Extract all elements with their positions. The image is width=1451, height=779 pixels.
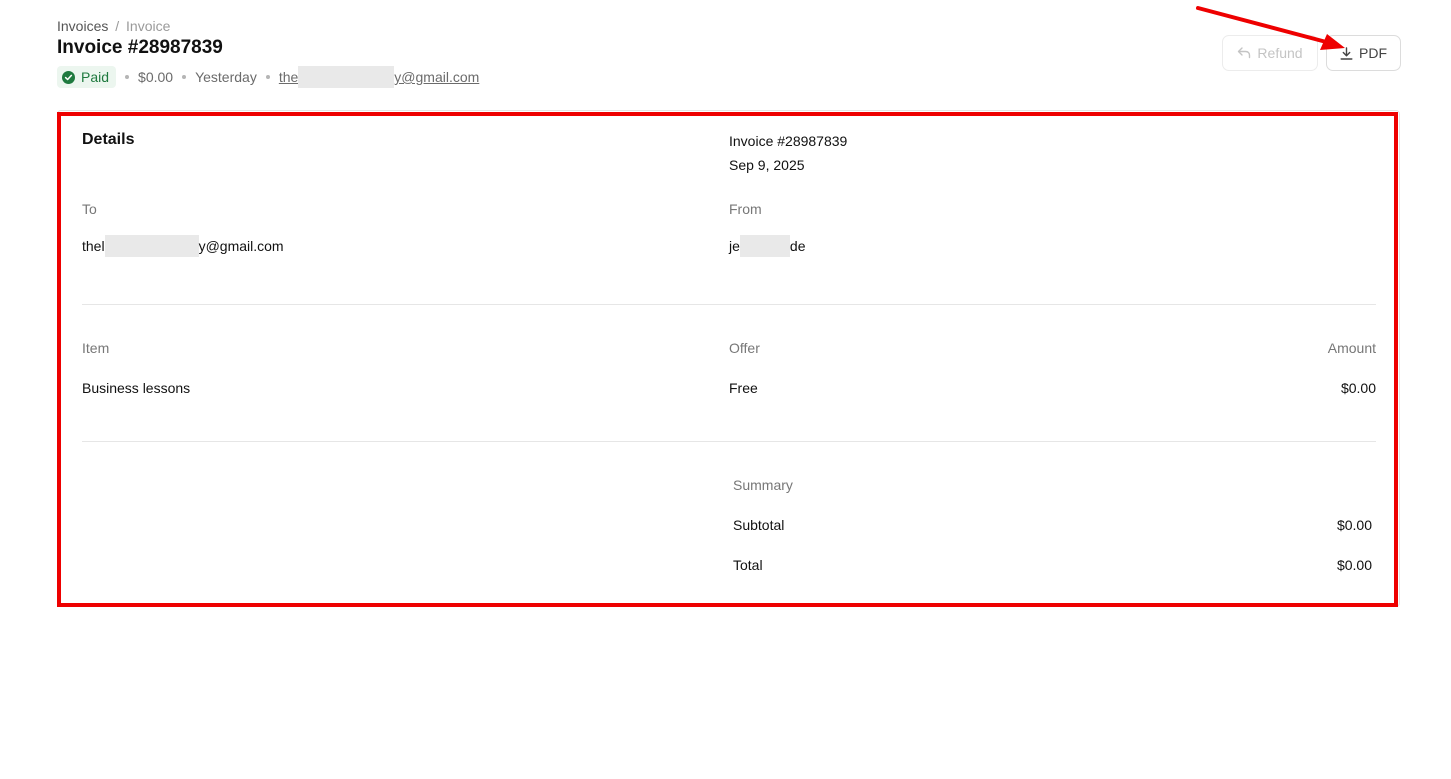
breadcrumb: Invoices / Invoice bbox=[57, 18, 170, 34]
from-suffix: de bbox=[789, 238, 806, 254]
breadcrumb-current: Invoice bbox=[126, 18, 171, 34]
invoice-details-card bbox=[57, 110, 1400, 607]
summary-heading: Summary bbox=[733, 477, 793, 493]
details-heading: Details bbox=[82, 131, 135, 148]
download-icon bbox=[1340, 46, 1353, 60]
divider bbox=[82, 441, 1376, 442]
separator-dot bbox=[125, 75, 130, 79]
email-prefix: the bbox=[278, 69, 299, 85]
invoice-number: Invoice #28987839 bbox=[729, 133, 848, 149]
total-label: Total bbox=[733, 557, 763, 573]
customer-email-link[interactable]: the y@gmail.com bbox=[279, 66, 479, 88]
item-amount: $0.00 bbox=[1340, 380, 1376, 396]
redaction-block bbox=[104, 235, 199, 257]
column-header-offer: Offer bbox=[729, 340, 760, 356]
from-label: From bbox=[729, 201, 762, 217]
from-name: je de bbox=[729, 235, 805, 257]
status-badge: Paid bbox=[57, 66, 117, 88]
separator-dot bbox=[265, 75, 270, 79]
invoice-date-relative: Yesterday bbox=[195, 69, 257, 85]
pdf-label: PDF bbox=[1359, 45, 1387, 61]
to-email-suffix: y@gmail.com bbox=[198, 238, 284, 254]
page-title: Invoice #28987839 bbox=[57, 37, 223, 58]
subtotal-value: $0.00 bbox=[1336, 517, 1372, 533]
invoice-meta: Paid $0.00 Yesterday the y@gmail.com bbox=[57, 65, 479, 89]
column-header-amount: Amount bbox=[1327, 340, 1376, 356]
undo-arrow-icon bbox=[1238, 47, 1251, 59]
item-name: Business lessons bbox=[82, 380, 191, 396]
refund-button[interactable]: Refund bbox=[1222, 35, 1318, 71]
refund-label: Refund bbox=[1257, 45, 1303, 61]
download-pdf-button[interactable]: PDF bbox=[1326, 35, 1401, 71]
item-offer: Free bbox=[729, 380, 758, 396]
column-header-item: Item bbox=[82, 340, 110, 356]
invoice-date: Sep 9, 2025 bbox=[729, 157, 805, 173]
to-email: thel y@gmail.com bbox=[82, 235, 284, 257]
breadcrumb-invoices-link[interactable]: Invoices bbox=[57, 18, 108, 34]
email-suffix: y@gmail.com bbox=[394, 69, 480, 85]
to-label: To bbox=[82, 201, 97, 217]
check-circle-icon bbox=[62, 70, 75, 84]
separator-dot bbox=[182, 75, 187, 79]
divider bbox=[82, 304, 1376, 305]
invoice-page: Invoices / Invoice Invoice #28987839 Pai… bbox=[0, 0, 1451, 779]
to-email-prefix: thel bbox=[82, 238, 105, 254]
invoice-amount: $0.00 bbox=[138, 69, 174, 85]
status-label: Paid bbox=[81, 69, 110, 85]
from-prefix: je bbox=[729, 238, 740, 254]
subtotal-label: Subtotal bbox=[733, 517, 785, 533]
redaction-block bbox=[739, 235, 790, 257]
redaction-block bbox=[298, 66, 395, 88]
breadcrumb-separator: / bbox=[115, 18, 120, 34]
total-value: $0.00 bbox=[1336, 557, 1372, 573]
